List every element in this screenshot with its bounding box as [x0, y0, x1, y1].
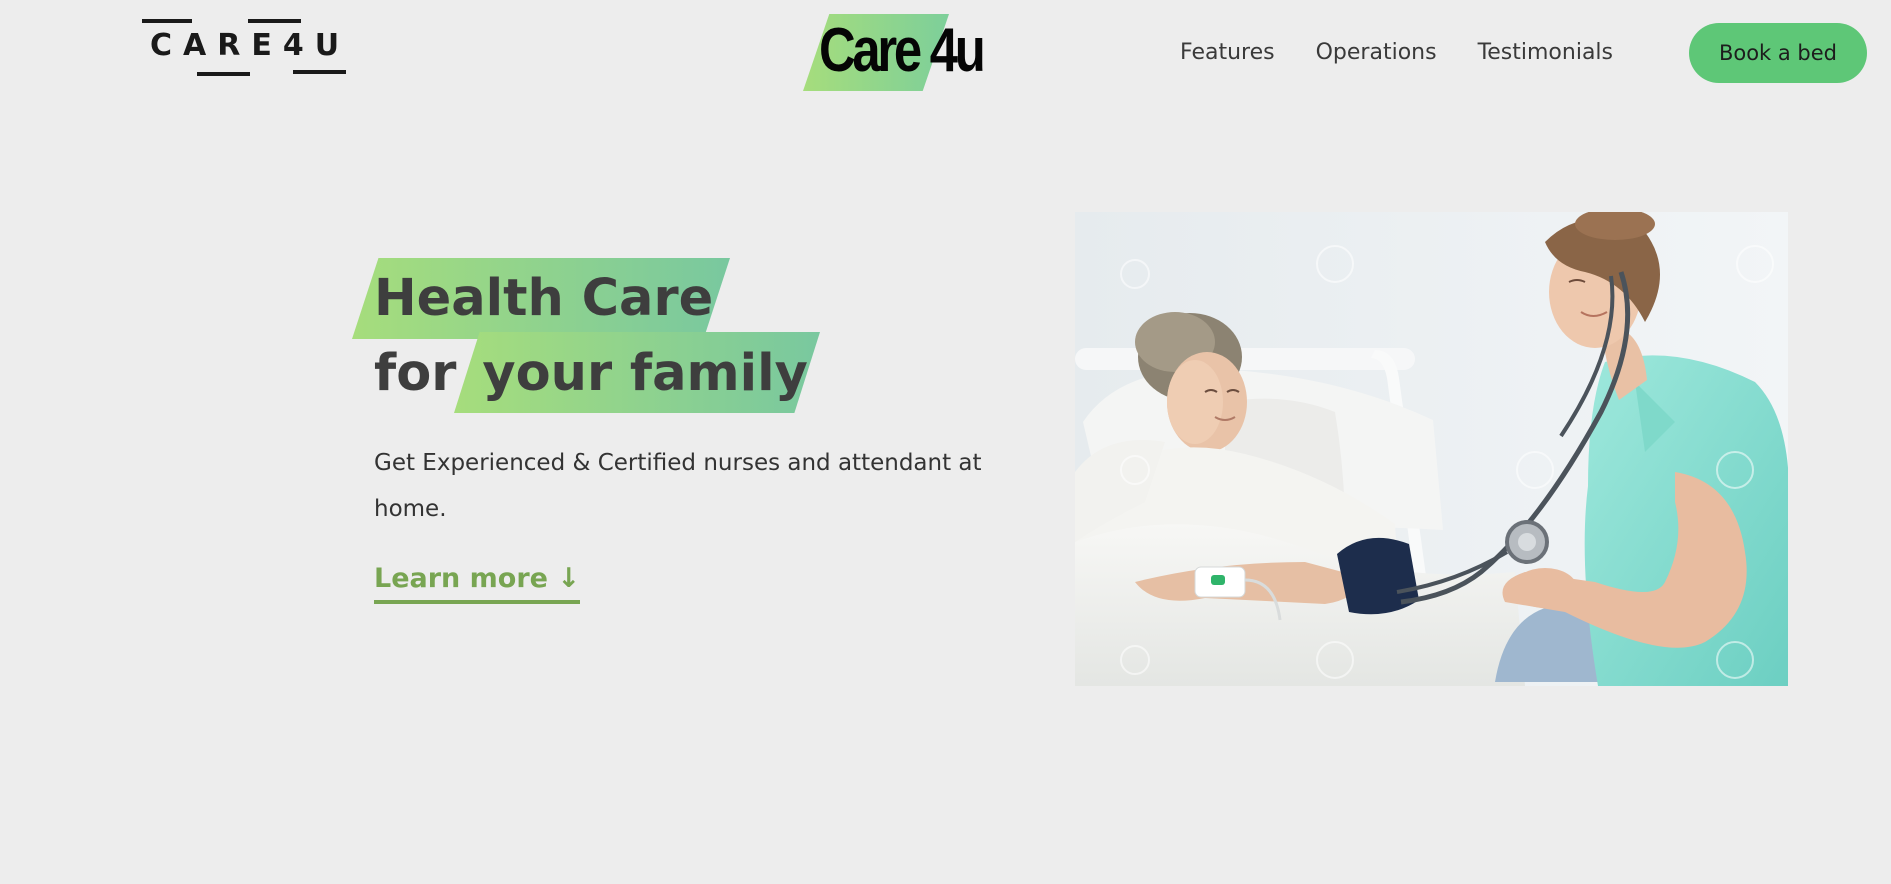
main-nav: Features Operations Testimonials Book a …	[1180, 23, 1867, 83]
hero-subtitle: Get Experienced & Certified nurses and a…	[374, 450, 982, 522]
title-line-1: Health Care	[374, 269, 714, 328]
logo-center-text: Care 4u	[819, 16, 986, 85]
logo-bar-bottom-right	[293, 70, 346, 74]
nav-link-features[interactable]: Features	[1180, 40, 1275, 65]
learn-more-link[interactable]: Learn more ↓	[374, 563, 581, 604]
logo-care4u-center[interactable]: Care 4u	[803, 14, 1009, 92]
title-line-2: for your family	[374, 348, 808, 399]
nav-link-testimonials[interactable]: Testimonials	[1478, 40, 1613, 65]
logo-care4u-left[interactable]: CARE4U	[142, 19, 346, 79]
book-a-bed-button[interactable]: Book a bed	[1689, 23, 1867, 83]
title-word-your-family: your family	[482, 344, 808, 403]
nurse-patient-illustration	[1075, 212, 1788, 686]
hero-photo-nurse-and-patient	[1075, 212, 1788, 686]
title-word-for: for	[374, 344, 457, 403]
nav-link-operations[interactable]: Operations	[1316, 40, 1437, 65]
logo-bar-bottom-left	[197, 72, 250, 76]
logo-wordmark: CARE4U	[150, 28, 351, 63]
logo-bar-top-right	[248, 19, 301, 23]
logo-bar-top-left	[142, 19, 192, 23]
